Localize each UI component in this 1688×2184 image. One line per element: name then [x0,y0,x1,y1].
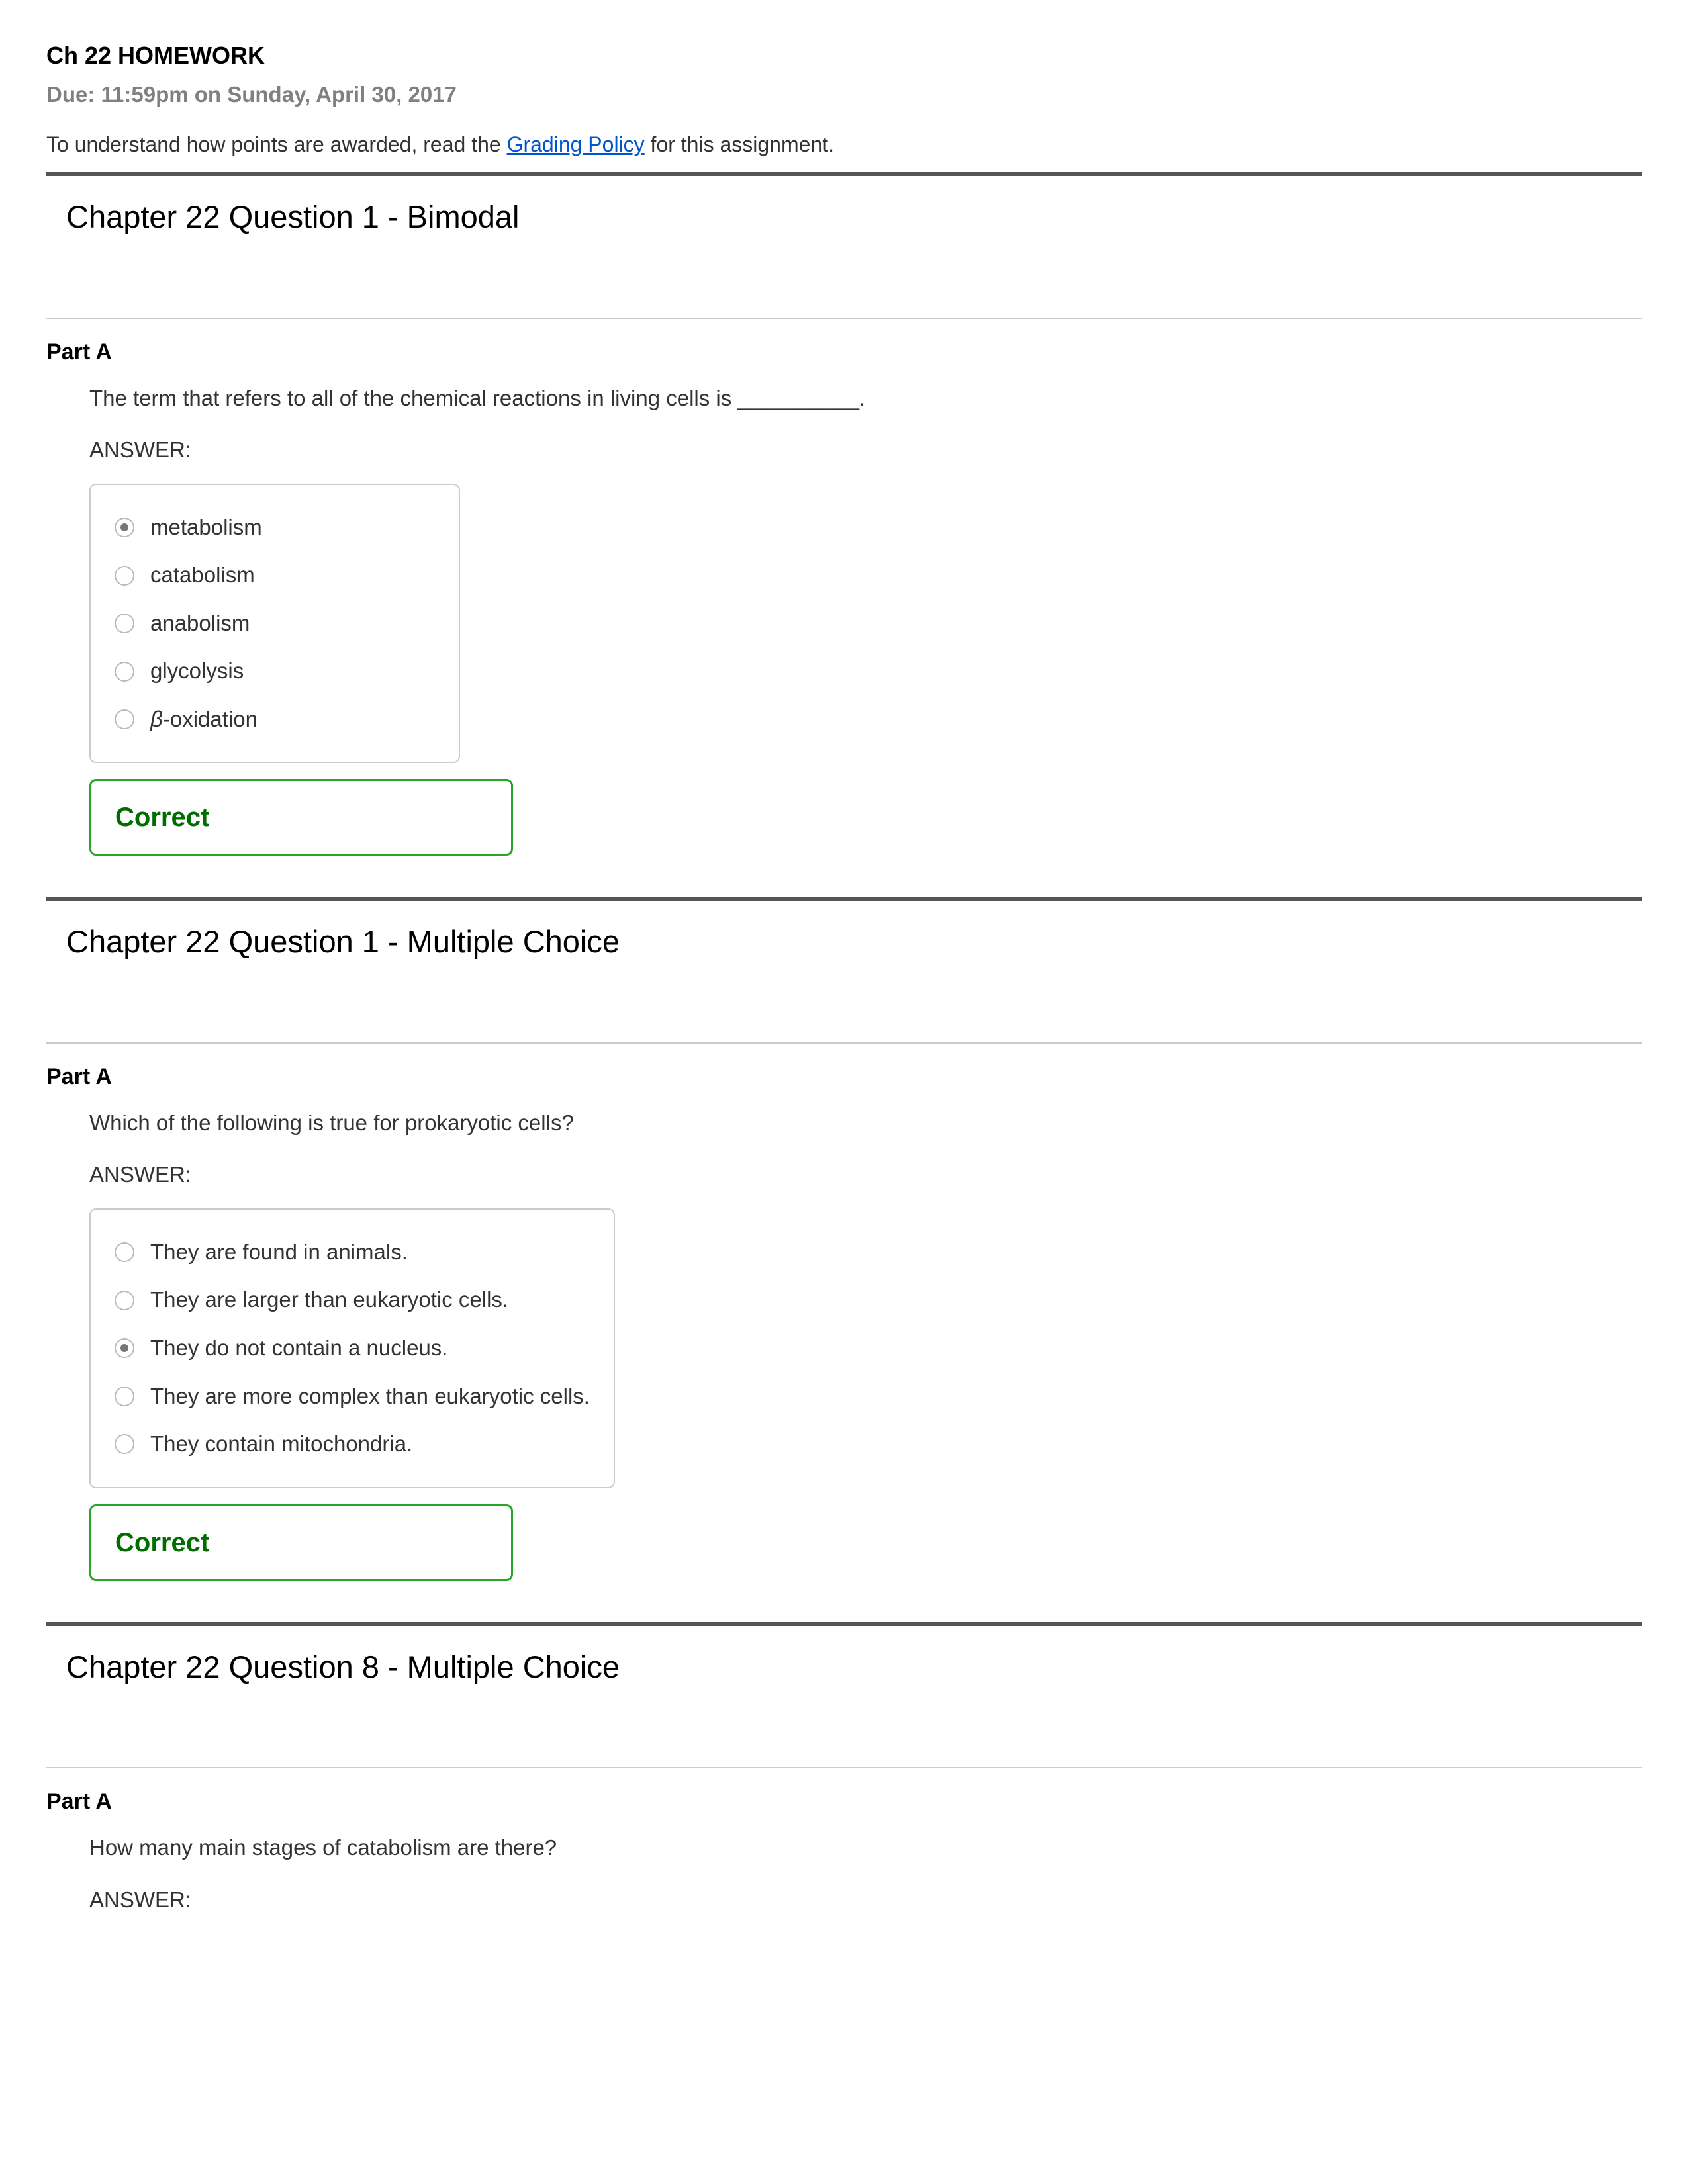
choice-label: metabolism [150,513,262,543]
choice-option[interactable]: glycolysis [115,647,435,696]
radio-icon[interactable] [115,566,134,586]
choice-label: They do not contain a nucleus. [150,1334,447,1363]
choice-option[interactable]: They are more complex than eukaryotic ce… [115,1373,590,1421]
choice-option[interactable]: β-oxidation [115,696,435,744]
radio-icon[interactable] [115,709,134,729]
choice-label: catabolism [150,561,255,590]
grading-policy-link[interactable]: Grading Policy [507,132,645,156]
choice-box: metabolism catabolism anabolism glycolysis β… [89,484,460,764]
choice-label: They are found in animals. [150,1238,408,1267]
part-label: Part A [46,1062,1642,1093]
choice-option[interactable]: They do not contain a nucleus. [115,1324,590,1373]
choice-label: They are more complex than eukaryotic ce… [150,1382,590,1412]
radio-icon[interactable] [115,1434,134,1454]
choice-option[interactable]: catabolism [115,551,435,600]
choice-label: They contain mitochondria. [150,1430,412,1459]
policy-suffix: for this assignment. [645,132,834,156]
part-divider [46,1042,1642,1044]
part-label: Part A [46,1787,1642,1817]
feedback-text: Correct [115,803,209,832]
question-prompt: Which of the following is true for proka… [89,1109,1642,1138]
question-prompt: The term that refers to all of the chemi… [89,384,1642,414]
radio-icon[interactable] [115,662,134,682]
section-divider [46,172,1642,176]
question-title: Chapter 22 Question 8 - Multiple Choice [66,1646,1642,1688]
choice-box: They are found in animals. They are large… [89,1208,615,1488]
feedback-box: Correct [89,1504,513,1581]
radio-icon[interactable] [115,1338,134,1358]
part-label: Part A [46,338,1642,368]
due-line: Due: 11:59pm on Sunday, April 30, 2017 [46,80,1642,110]
choice-option[interactable]: They are found in animals. [115,1228,590,1277]
answer-label: ANSWER: [89,1886,1642,1915]
section-divider [46,1622,1642,1626]
choice-option[interactable]: anabolism [115,600,435,648]
radio-icon[interactable] [115,518,134,537]
part-divider [46,318,1642,319]
choice-label: β-oxidation [150,705,258,735]
radio-icon[interactable] [115,1387,134,1406]
question-title: Chapter 22 Question 1 - Multiple Choice [66,921,1642,962]
part-divider [46,1767,1642,1768]
feedback-text: Correct [115,1528,209,1557]
choice-option[interactable]: metabolism [115,504,435,552]
assignment-title: Ch 22 HOMEWORK [46,40,1642,72]
choice-option[interactable]: They are larger than eukaryotic cells. [115,1276,590,1324]
radio-icon[interactable] [115,1242,134,1262]
choice-label: glycolysis [150,657,244,686]
policy-prefix: To understand how points are awarded, re… [46,132,507,156]
choice-option[interactable]: They contain mitochondria. [115,1420,590,1469]
answer-label: ANSWER: [89,435,1642,465]
answer-label: ANSWER: [89,1160,1642,1190]
radio-icon[interactable] [115,614,134,633]
choice-label: anabolism [150,609,250,639]
section-divider [46,897,1642,901]
radio-icon[interactable] [115,1291,134,1310]
question-prompt: How many main stages of catabolism are t… [89,1833,1642,1863]
question-title: Chapter 22 Question 1 - Bimodal [66,196,1642,238]
feedback-box: Correct [89,779,513,856]
choice-label: They are larger than eukaryotic cells. [150,1285,508,1315]
policy-line: To understand how points are awarded, re… [46,130,1642,159]
